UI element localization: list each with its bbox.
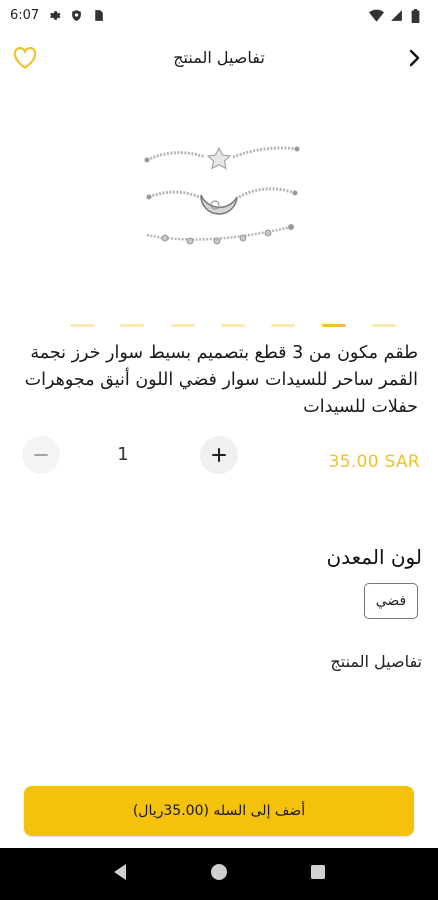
- product-title: طقم مكون من 3 قطع بتصميم بسيط سوار خرز ن…: [24, 343, 418, 417]
- metal-color-option-silver[interactable]: فضي: [364, 583, 418, 619]
- status-right: [369, 8, 424, 23]
- quantity-stepper: 1: [22, 436, 238, 476]
- wifi-icon: [369, 9, 384, 22]
- carousel-dot[interactable]: [271, 324, 296, 327]
- add-to-cart-button[interactable]: أضف إلى السله (35.00ريال): [24, 786, 414, 836]
- nav-home-button[interactable]: [209, 864, 229, 884]
- plus-icon: [211, 441, 227, 469]
- carousel-dot[interactable]: [70, 324, 94, 327]
- chevron-right-icon: [407, 49, 421, 71]
- minus-icon: [33, 441, 49, 469]
- carousel-dot[interactable]: [120, 324, 145, 327]
- status-left: 6:07: [10, 8, 105, 23]
- carousel-dot[interactable]: [170, 324, 195, 327]
- circle-home-icon: [210, 863, 228, 885]
- status-time: 6:07: [10, 7, 40, 23]
- product-image[interactable]: [135, 135, 305, 260]
- bracelet-set-image: [144, 146, 300, 245]
- square-recents-icon: [310, 864, 326, 884]
- back-button[interactable]: [402, 48, 426, 72]
- nav-recents-button[interactable]: [308, 864, 328, 884]
- carousel-dot-active[interactable]: [321, 324, 346, 327]
- system-nav-bar: [0, 848, 438, 900]
- metal-color-heading: لون المعدن: [326, 545, 422, 569]
- product-details-label[interactable]: تفاصيل المنتج: [330, 652, 422, 671]
- quantity-value: 1: [117, 444, 129, 465]
- product-price: 35.00 SAR: [328, 452, 420, 472]
- sim-card-icon: [92, 9, 105, 22]
- carousel-indicator: [70, 324, 396, 330]
- decrease-quantity-button[interactable]: [22, 436, 60, 474]
- gear-icon: [48, 9, 61, 22]
- triangle-back-icon: [112, 863, 128, 885]
- nav-back-button[interactable]: [110, 864, 130, 884]
- battery-icon: [411, 8, 424, 23]
- carousel-dot[interactable]: [371, 324, 396, 327]
- increase-quantity-button[interactable]: [200, 436, 238, 474]
- app-bar: تفاصيل المنتج: [0, 36, 438, 84]
- page-title: تفاصيل المنتج: [173, 48, 265, 67]
- cellular-signal-icon: [390, 9, 403, 22]
- carousel-dot[interactable]: [220, 324, 245, 327]
- status-bar: 6:07: [0, 0, 438, 30]
- shield-icon: [70, 9, 83, 22]
